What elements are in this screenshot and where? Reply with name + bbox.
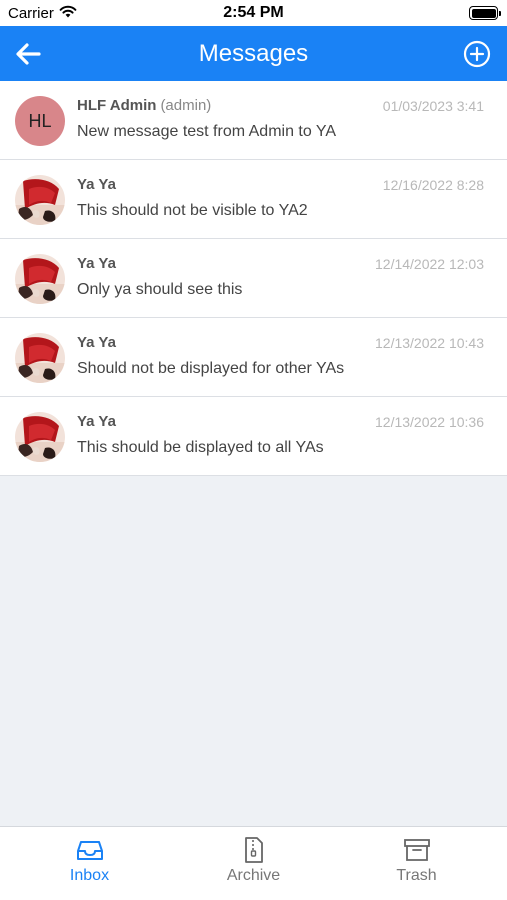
avatar-initials: HL [28,110,52,131]
message-date: 12/14/2022 12:03 [375,256,484,272]
battery-icon [469,6,501,20]
avatar [15,175,65,225]
page-title: Messages [198,40,309,67]
plus-circle-icon [463,40,490,67]
sender-name: Ya Ya [77,334,116,351]
clock: 2:54 PM [223,4,284,21]
sender-name: Ya Ya [77,255,116,272]
message-preview: Should not be displayed for other YAs [77,360,345,377]
archive-file-icon [244,837,264,863]
message-list: HL HLF Admin (admin) 01/03/2023 3:41 New … [0,81,507,476]
tab-label: Inbox [69,867,110,884]
sender-handle: (admin) [160,97,212,114]
sender-label: HLF Admin [77,97,157,114]
nav-header: Messages [0,26,507,81]
sender-name: Ya Ya [77,413,116,430]
tab-bar: Inbox Archive Trash [0,826,507,900]
new-message-button[interactable] [462,39,491,68]
user-photo-icon [15,254,65,304]
tab-archive[interactable]: Archive [169,827,338,900]
user-photo-icon [15,175,65,225]
tab-inbox[interactable]: Inbox [5,827,174,900]
user-photo-icon [15,412,65,462]
message-preview: This should be displayed to all YAs [77,439,324,456]
tab-label: Trash [396,867,437,884]
trash-box-icon [403,837,430,863]
sender-name: HLF Admin (admin) [77,97,211,114]
tab-label: Archive [226,867,281,884]
message-row[interactable]: HL HLF Admin (admin) 01/03/2023 3:41 New … [0,81,507,160]
user-photo-icon [15,333,65,383]
message-preview: New message test from Admin to YA [77,123,337,140]
avatar [15,412,65,462]
message-row[interactable]: Ya Ya 12/13/2022 10:43 Should not be dis… [0,318,507,397]
message-row[interactable]: Ya Ya 12/14/2022 12:03 Only ya should se… [0,239,507,318]
message-date: 12/13/2022 10:36 [375,414,484,430]
tab-trash[interactable]: Trash [332,827,501,900]
message-date: 12/13/2022 10:43 [375,335,484,351]
status-bar: Carrier 2:54 PM [0,0,507,26]
sender-name: Ya Ya [77,176,116,193]
message-row[interactable]: Ya Ya 12/13/2022 10:36 This should be di… [0,397,507,476]
avatar: HL [15,96,65,146]
message-date: 01/03/2023 3:41 [382,98,484,114]
message-row[interactable]: Ya Ya 12/16/2022 8:28 This should not be… [0,160,507,239]
message-preview: This should not be visible to YA2 [77,202,308,219]
avatar [15,333,65,383]
avatar [15,254,65,304]
message-date: 12/16/2022 8:28 [382,177,484,193]
inbox-icon [76,837,103,863]
message-preview: Only ya should see this [77,281,243,298]
